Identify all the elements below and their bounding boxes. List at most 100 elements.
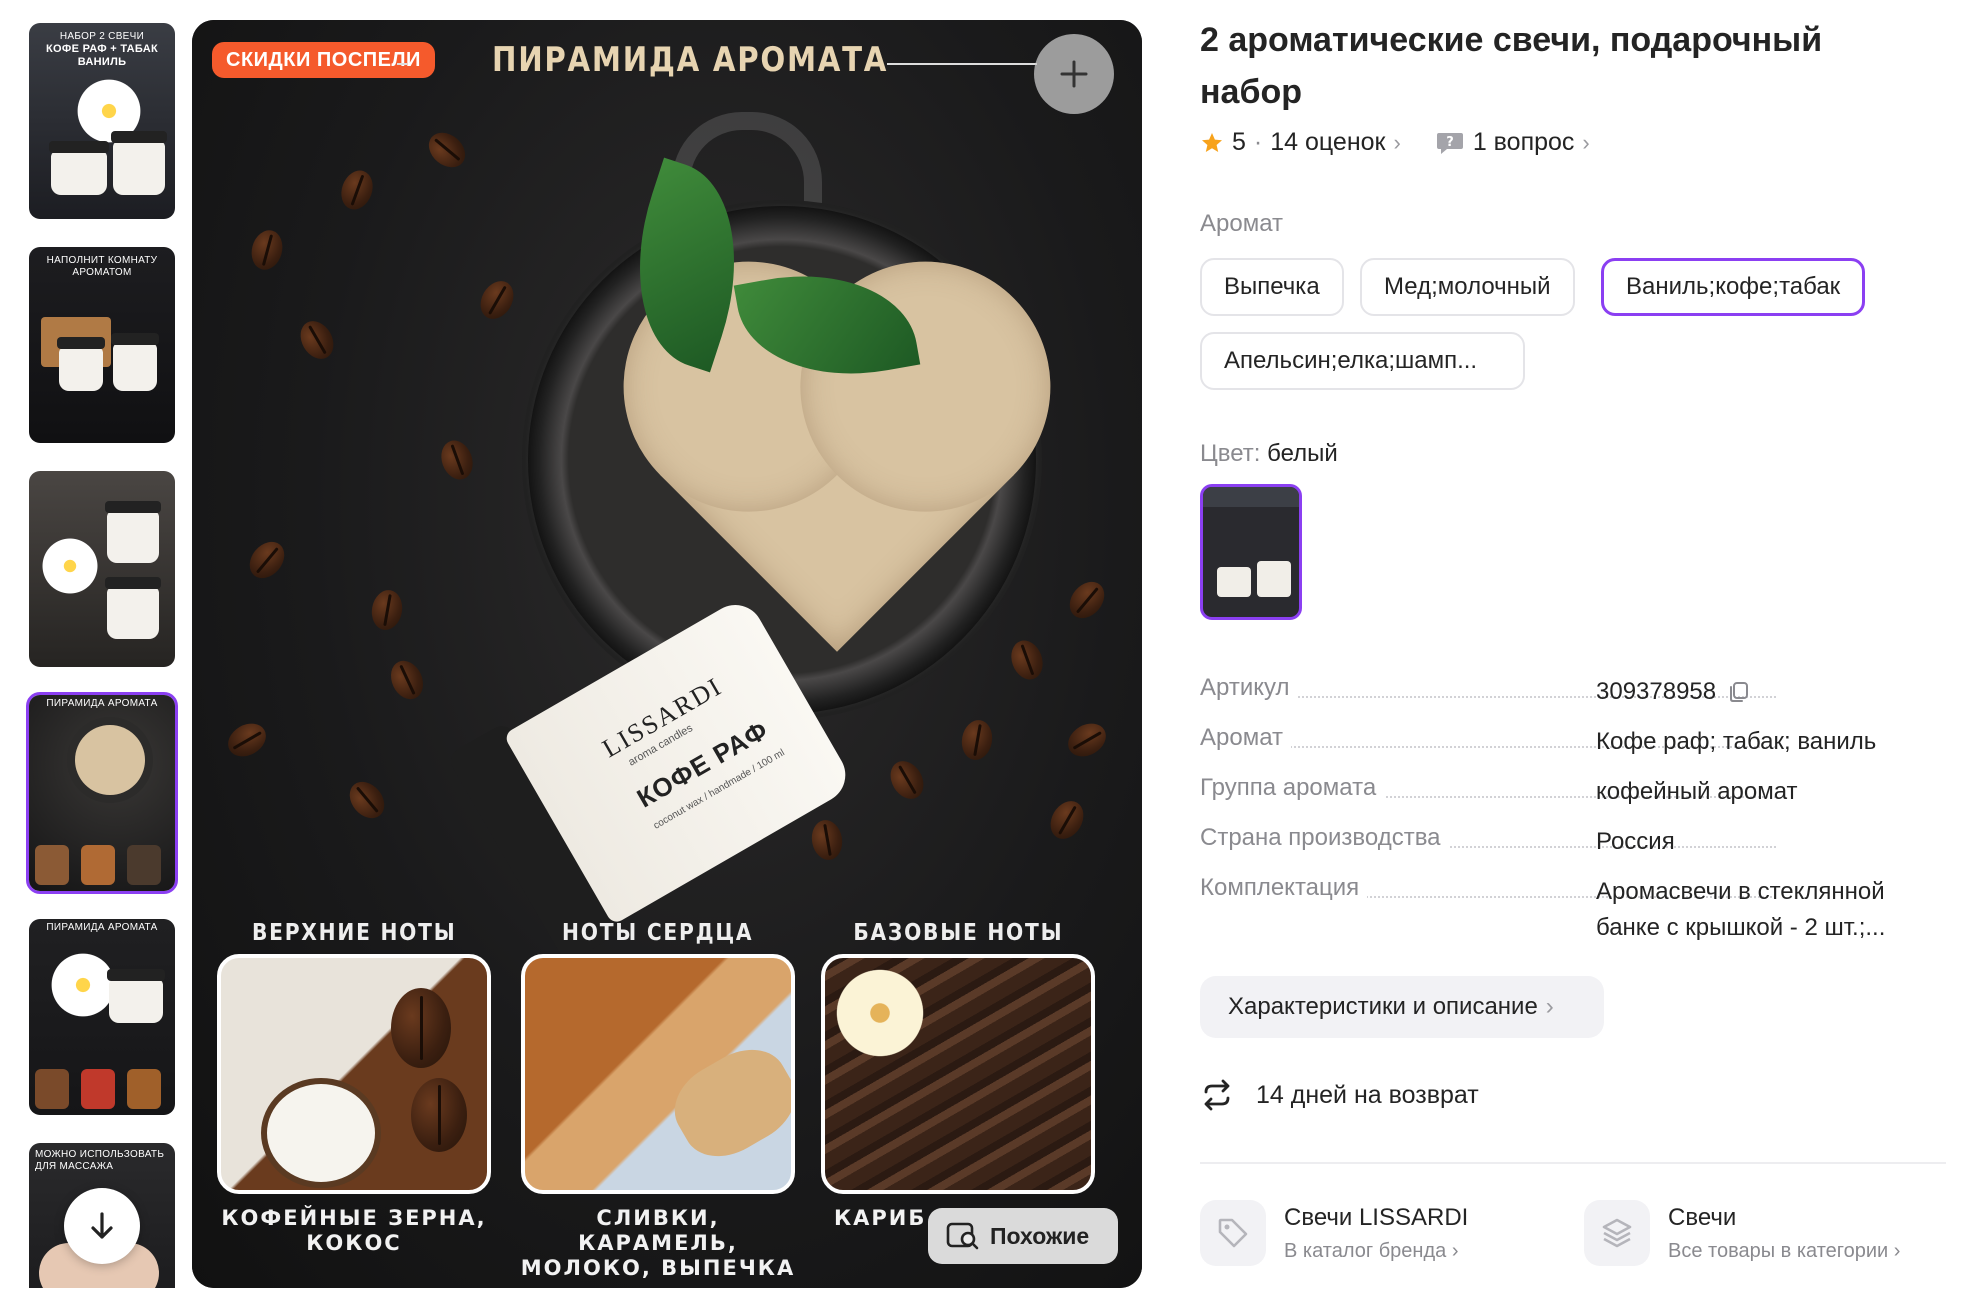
divider xyxy=(1200,1162,1946,1164)
spec-article: Артикул 309378958 xyxy=(1200,674,1940,714)
aroma-option-4[interactable]: Апельсин;елка;шамп... xyxy=(1200,332,1525,390)
divider xyxy=(887,63,1037,65)
star-icon xyxy=(1202,132,1222,152)
return-policy: 14 дней на возврат xyxy=(1200,1078,1479,1112)
thumbnail-caption-small: НАБОР 2 СВЕЧИ xyxy=(59,31,145,42)
tag-icon xyxy=(1218,1218,1248,1248)
details-label: Характеристики и описание xyxy=(1228,993,1538,1020)
spec-value: Россия xyxy=(1596,828,1675,855)
category-title: Свечи xyxy=(1668,1204,1737,1231)
copy-icon[interactable] xyxy=(1726,680,1750,704)
aroma-option-3[interactable]: Ваниль;кофе;табак xyxy=(1601,258,1866,316)
thumbnail-1[interactable]: НАБОР 2 СВЕЧИ КОФЕ РАФ + ТАБАК ВАНИЛЬ xyxy=(26,20,178,222)
jar-image xyxy=(57,337,105,391)
color-variant-thumbnail[interactable] xyxy=(1200,484,1302,620)
thumbnail-caption-small: ПИРАМИДА АРОМАТА xyxy=(46,698,158,709)
coffee-cup-image xyxy=(75,725,145,795)
coconut-coffee-image xyxy=(217,954,491,1194)
top-notes: ВЕРХНИЕ НОТЫ КОФЕЙНЫЕ ЗЕРНА, КОКОС xyxy=(214,920,494,1256)
brand-card[interactable]: Свечи LISSARDI В каталог бренда › xyxy=(1200,1200,1468,1266)
spec-key: Аромат xyxy=(1200,724,1292,752)
product-title: 2 ароматические свечи, подарочный набор xyxy=(1200,21,1823,111)
chevron-right-icon: › xyxy=(1393,129,1401,155)
thumbnail-caption-small: МОЖНО ИСПОЛЬЗОВАТЬ ДЛЯ МАССАЖА xyxy=(35,1149,165,1172)
category-link[interactable]: Все товары в категории xyxy=(1668,1240,1888,1262)
similar-search-icon xyxy=(946,1222,979,1250)
spec-country: Страна производства Россия xyxy=(1200,824,1940,864)
jar-image xyxy=(105,577,161,639)
zoom-button[interactable] xyxy=(1034,34,1114,114)
reviews-link[interactable]: 14 оценок xyxy=(1270,128,1385,157)
return-icon xyxy=(1204,1079,1230,1111)
article-number: 309378958 xyxy=(1596,678,1717,705)
brand-link[interactable]: В каталог бренда xyxy=(1284,1240,1446,1262)
spec-value: Кофе раф; табак; ваниль xyxy=(1596,728,1877,755)
thumbnail-4[interactable]: ПИРАМИДА АРОМАТА xyxy=(26,692,178,894)
spec-key: Группа аромата xyxy=(1200,774,1385,802)
main-product-image[interactable]: LISSARDI aroma candles КОФЕ РАФ coconut … xyxy=(192,20,1142,1288)
flower-image xyxy=(35,531,105,601)
divider xyxy=(397,63,407,65)
spec-value: Аромасвечи в стеклянной банке с крышкой … xyxy=(1596,878,1886,941)
note-image xyxy=(35,1069,69,1109)
thumbnail-caption: КОФЕ РАФ + ТАБАК ВАНИЛЬ xyxy=(46,43,158,68)
notes-heading: ВЕРХНИЕ НОТЫ xyxy=(251,920,457,946)
spec-aroma: Аромат Кофе раф; табак; ваниль xyxy=(1200,724,1940,764)
spec-aroma-group: Группа аромата кофейный аромат xyxy=(1200,774,1940,814)
aroma-option-2[interactable]: Мед;молочный xyxy=(1360,258,1575,316)
base-notes: БАЗОВЫЕ НОТЫ КАРИБ xyxy=(818,920,1098,1231)
plus-icon xyxy=(1060,60,1088,88)
note-image xyxy=(127,845,161,885)
notes-heading: БАЗОВЫЕ НОТЫ xyxy=(852,920,1063,946)
details-button[interactable]: Характеристики и описание › xyxy=(1200,976,1604,1038)
scroll-down-button[interactable] xyxy=(64,1188,140,1264)
thumbnail-caption-small: ПИРАМИДА АРОМАТА xyxy=(46,922,158,933)
image-heading: ПИРАМИДА АРОМАТА xyxy=(492,40,889,80)
similar-button[interactable]: Похожие xyxy=(928,1208,1118,1264)
questions-link[interactable]: 1 вопрос xyxy=(1473,128,1575,157)
thumbnail-gallery: НАБОР 2 СВЕЧИ КОФЕ РАФ + ТАБАК ВАНИЛЬ НАП… xyxy=(26,20,178,1288)
brand-title: Свечи LISSARDI xyxy=(1284,1204,1469,1231)
thumbnail-5[interactable]: ПИРАМИДА АРОМАТА xyxy=(26,916,178,1118)
aroma-label: Аромат xyxy=(1200,210,1284,237)
category-card[interactable]: Свечи Все товары в категории › xyxy=(1584,1200,1900,1266)
thumbnail-caption-small: НАПОЛНИТ КОМНАТУ АРОМАТОМ xyxy=(46,255,158,278)
caramel-milk-image xyxy=(521,954,795,1194)
layers-icon xyxy=(1602,1218,1632,1248)
spec-key: Страна производства xyxy=(1200,824,1449,852)
note-image xyxy=(81,1069,115,1109)
svg-text:?: ? xyxy=(1446,135,1454,150)
chevron-right-icon: › xyxy=(1451,1240,1459,1262)
heart-notes: НОТЫ СЕРДЦА СЛИВКИ, КАРАМЕЛЬ, МОЛОКО, ВЫ… xyxy=(518,920,798,1281)
rating-value: 5 xyxy=(1232,128,1246,156)
spec-key: Комплектация xyxy=(1200,874,1368,902)
spec-set: Комплектация Аромасвечи в стеклянной бан… xyxy=(1200,874,1940,941)
jar-image xyxy=(105,501,161,563)
color-row: Цвет: белый xyxy=(1200,440,1338,468)
color-value: белый xyxy=(1267,440,1338,467)
vanilla-image xyxy=(821,954,1095,1194)
note-image xyxy=(35,845,69,885)
spec-value: кофейный аромат xyxy=(1596,778,1798,805)
jar-image xyxy=(111,131,167,195)
rating-row: 5 · 14 оценок › ? 1 вопрос › xyxy=(1200,128,1590,157)
thumbnail-3[interactable] xyxy=(26,468,178,670)
question-icon: ? xyxy=(1436,132,1463,154)
color-label: Цвет: xyxy=(1200,440,1261,467)
aroma-option-1[interactable]: Выпечка xyxy=(1200,258,1344,316)
jar-image xyxy=(111,333,159,391)
return-text: 14 дней на возврат xyxy=(1256,1080,1479,1109)
similar-label: Похожие xyxy=(990,1222,1090,1249)
chevron-right-icon: › xyxy=(1893,1240,1901,1262)
jar-image xyxy=(107,969,165,1023)
note-image xyxy=(127,1069,161,1109)
spec-key: Артикул xyxy=(1200,674,1298,702)
notes-heading: НОТЫ СЕРДЦА xyxy=(562,920,754,946)
chevron-right-icon: › xyxy=(1545,993,1554,1020)
notes-caption: КОФЕЙНЫЕ ЗЕРНА, КОКОС xyxy=(221,1206,487,1255)
arrow-down-icon xyxy=(91,1212,113,1239)
chevron-right-icon: › xyxy=(1582,129,1590,155)
jar-image xyxy=(49,141,109,195)
thumbnail-2[interactable]: НАПОЛНИТ КОМНАТУ АРОМАТОМ xyxy=(26,244,178,446)
notes-caption: СЛИВКИ, КАРАМЕЛЬ, МОЛОКО, ВЫПЕЧКА xyxy=(520,1206,796,1280)
